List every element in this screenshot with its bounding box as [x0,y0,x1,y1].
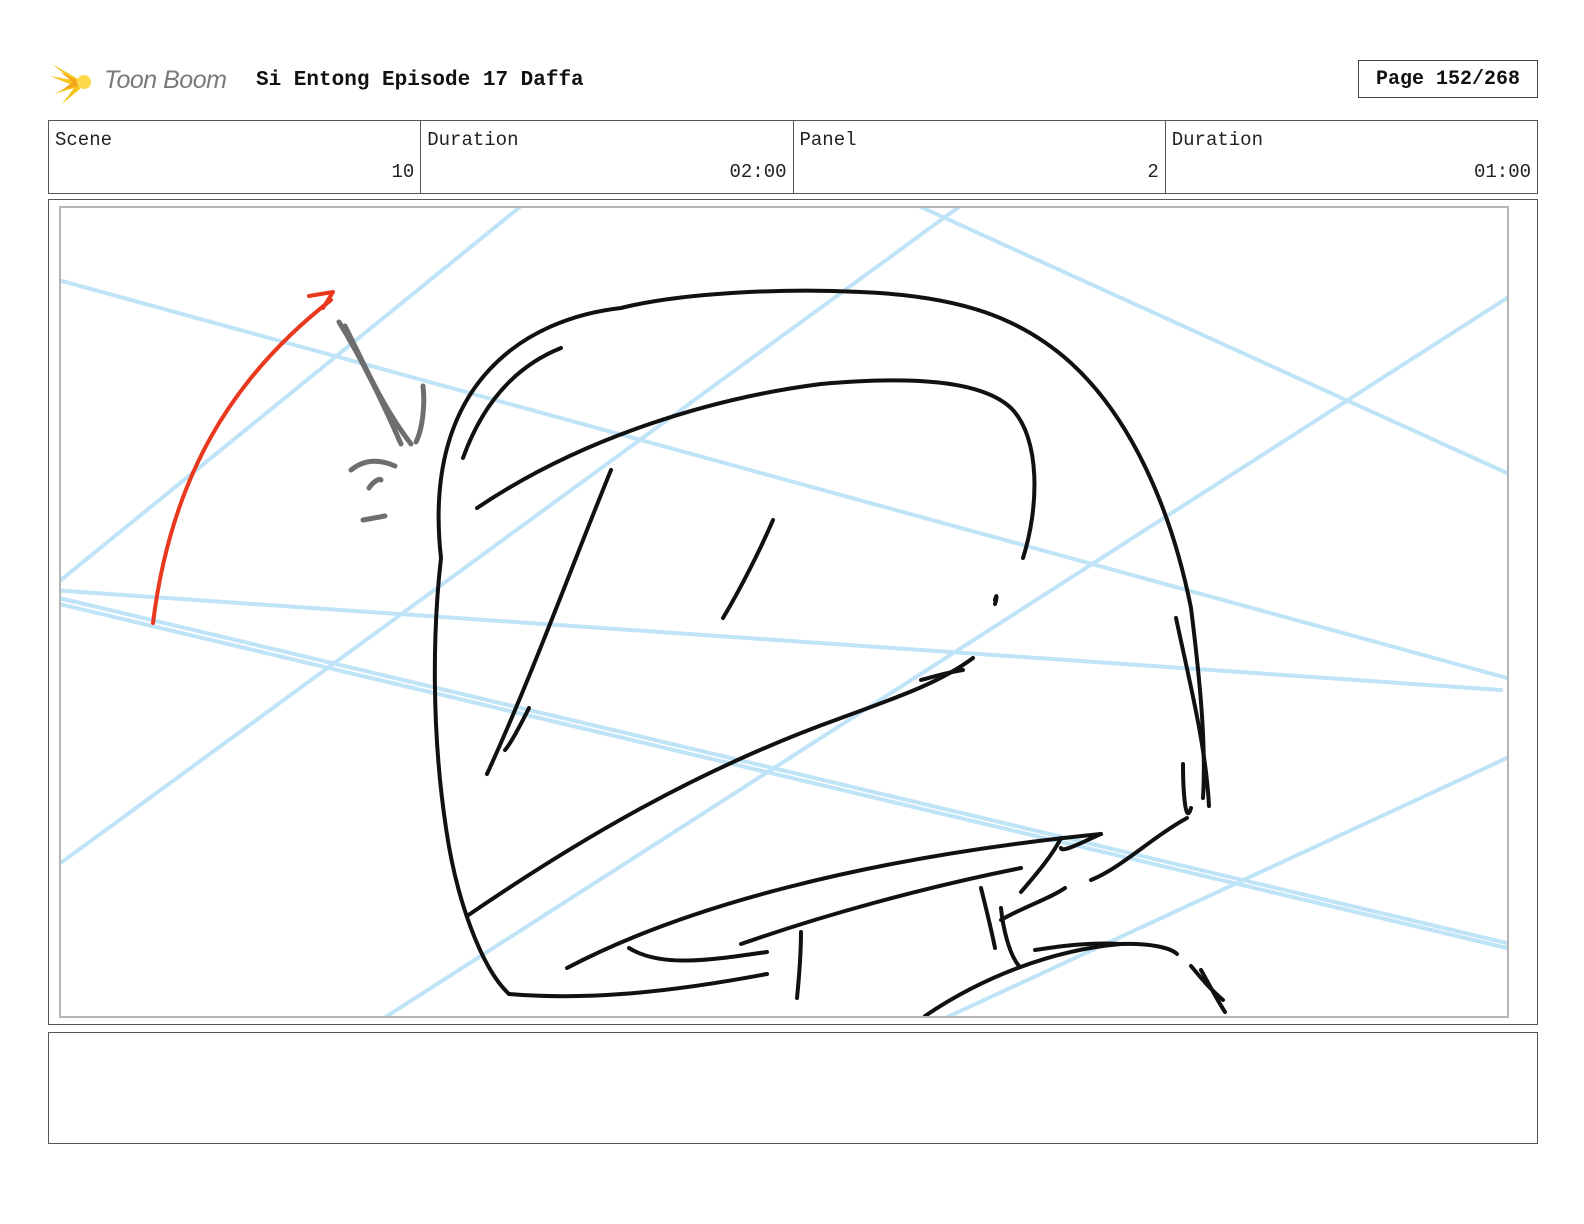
helmet-sketch-drawing [61,208,1507,1016]
visor-outline [465,378,1037,918]
panel-duration-cell: Duration 01:00 [1166,121,1537,193]
scene-duration-label: Duration [427,129,519,151]
scene-info-table: Scene 10 Duration 02:00 Panel 2 Duration… [48,120,1538,194]
page-header: Toon Boom Si Entong Episode 17 Daffa Pag… [50,56,1538,106]
scene-label: Scene [55,129,113,151]
project-title: Si Entong Episode 17 Daffa [256,69,584,92]
chin-and-neck [565,816,1227,1016]
scene-cell: Scene 10 [49,121,422,193]
logo-text: Toon Boom [104,66,227,94]
panel-notes-box [48,1032,1538,1144]
panel-duration-value: 01:00 [1473,161,1531,183]
panel-label: Panel [799,129,857,151]
panel-cell: Panel 2 [794,121,1166,193]
storyboard-panel-frame [48,199,1538,1025]
red-direction-arrow [151,290,335,625]
panel-duration-label: Duration [1171,129,1263,151]
starburst-icon [50,64,91,104]
page-counter: Page 152/268 [1358,60,1538,98]
panel-value: 2 [1147,161,1159,183]
toon-boom-logo: Toon Boom [50,56,240,106]
scene-value: 10 [391,161,415,183]
motion-lines [336,319,427,523]
perspective-guide-lines [61,208,1507,1016]
storyboard-panel-image [59,206,1509,1018]
scene-duration-cell: Duration 02:00 [421,121,794,193]
scene-duration-value: 02:00 [729,161,787,183]
